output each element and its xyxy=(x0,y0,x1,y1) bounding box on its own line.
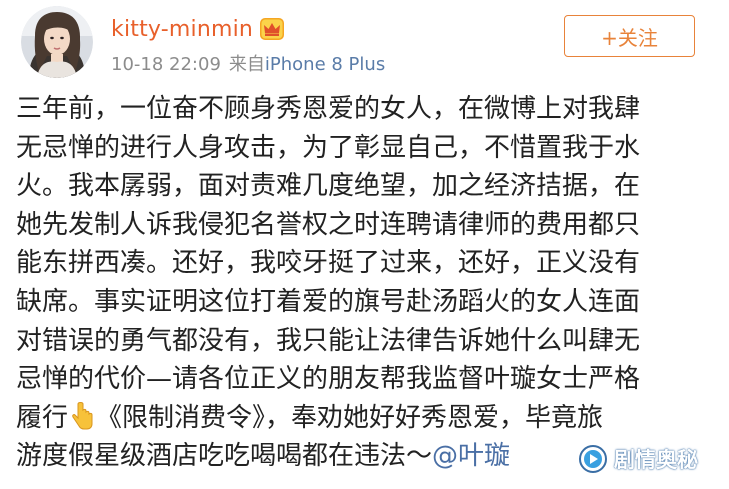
content-line: 三年前，一位奋不顾身秀恩爱的女人，在微博上对我肆 xyxy=(16,94,641,124)
post-meta: 10-18 22:09 来自iPhone 8 Plus xyxy=(111,50,385,76)
crown-icon[interactable] xyxy=(259,17,285,41)
avatar-image xyxy=(21,6,93,78)
content-line: 火。我本孱弱，面对责难几度绝望，加之经济拮据，在 xyxy=(16,171,641,202)
content-line: 忌惮的代价—请各位正义的朋友帮我监督叶璇女士严格 xyxy=(16,364,641,395)
content-text: 履行 xyxy=(16,402,69,433)
mention-link[interactable]: @叶璇 xyxy=(432,441,510,471)
content-line: 对错误的勇气都没有，我只能让法律告诉她什么叫肆无 xyxy=(16,325,641,356)
avatar[interactable] xyxy=(21,6,93,78)
source-device[interactable]: iPhone 8 Plus xyxy=(265,54,385,75)
follow-button[interactable]: +关注 xyxy=(564,15,695,57)
content-line: 缺席。事实证明这位打着爱的旗号赴汤蹈火的女人连面 xyxy=(16,286,641,317)
username[interactable]: kitty-minmin xyxy=(111,17,253,42)
watermark: 剧情奥秘 xyxy=(578,444,698,474)
content-line: 无忌惮的进行人身攻击，为了彰显自己，不惜置我于水 xyxy=(16,132,641,163)
play-logo-icon xyxy=(579,445,607,473)
username-row: kitty-minmin xyxy=(111,12,285,46)
source-prefix: 来自 xyxy=(228,54,265,75)
content-text: 游度假星级酒店吃吃喝喝都在违法～ xyxy=(16,441,433,472)
watermark-text: 剧情奥秘 xyxy=(614,448,698,472)
content-line-with-icon: 履行 《限制消费令》，奉劝她好好秀恩爱，毕竟旅 xyxy=(16,399,696,438)
post-content: 三年前，一位奋不顾身秀恩爱的女人，在微博上对我肆 无忌惮的进行人身攻击，为了彰显… xyxy=(16,90,696,476)
content-line: 能东拼西凑。还好，我咬牙挺了过来，还好，正义没有 xyxy=(16,248,641,279)
weibo-post: kitty-minmin 10-18 22:09 来自iPhone 8 Plus … xyxy=(0,0,729,489)
post-timestamp: 10-18 22:09 xyxy=(111,54,221,75)
content-text: 《限制消费令》，奉劝她好好秀恩爱，毕竟旅 xyxy=(96,402,604,433)
content-line: 她先发制人诉我侵犯名誉权之时连聘请律师的费用都只 xyxy=(16,209,641,240)
pointing-down-hand-icon xyxy=(72,401,93,430)
